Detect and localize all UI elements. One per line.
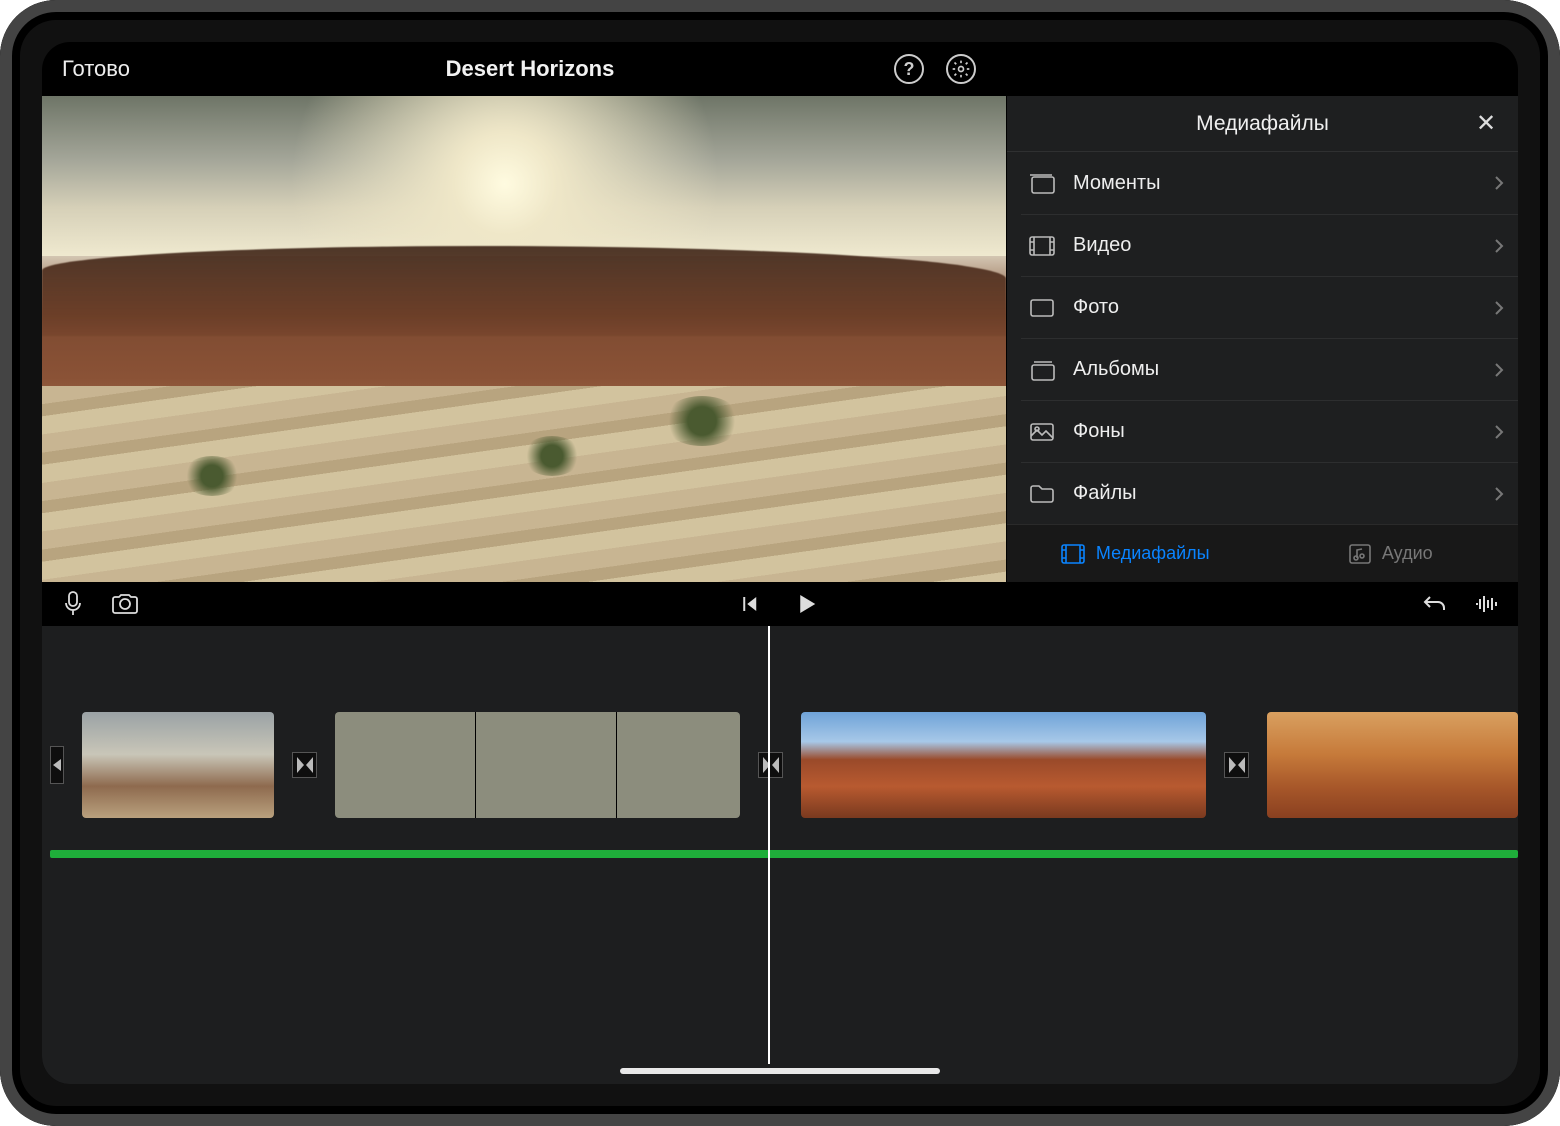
transition-marker[interactable] (1224, 752, 1249, 778)
preview-sky (42, 96, 1006, 256)
camera-icon (111, 593, 139, 615)
transition-marker[interactable] (758, 752, 783, 778)
skip-back-icon (739, 594, 759, 614)
chevron-right-icon (1494, 486, 1504, 502)
media-item-label: Моменты (1073, 172, 1494, 195)
undo-icon (1422, 593, 1448, 615)
chevron-right-icon (1494, 362, 1504, 378)
chevron-right-icon (1494, 300, 1504, 316)
tab-label: Аудио (1382, 543, 1433, 564)
media-category-list: Моменты Видео (1007, 152, 1518, 524)
record-voiceover-button[interactable] (58, 589, 88, 619)
tab-label: Медиафайлы (1096, 543, 1210, 564)
preview-viewer[interactable] (42, 96, 1006, 582)
media-item-label: Фото (1073, 296, 1494, 319)
chevron-right-icon (1494, 238, 1504, 254)
help-button[interactable]: ? (892, 52, 926, 86)
media-panel-title: Медиафайлы (1196, 112, 1329, 136)
gear-icon (946, 54, 976, 84)
preview-detail (662, 396, 742, 446)
photo-icon (1021, 296, 1063, 320)
files-icon (1021, 482, 1063, 506)
project-title: Desert Horizons (42, 56, 1518, 82)
media-item-label: Альбомы (1073, 358, 1494, 381)
close-icon: ✕ (1476, 109, 1496, 138)
media-item-label: Файлы (1073, 482, 1494, 505)
help-icon: ? (894, 54, 924, 84)
chevron-right-icon (1494, 424, 1504, 440)
media-panel-header: Медиафайлы ✕ (1007, 96, 1518, 152)
settings-button[interactable] (944, 52, 978, 86)
tab-media[interactable]: Медиафайлы (1007, 525, 1263, 582)
undo-button[interactable] (1420, 589, 1450, 619)
timeline-clip[interactable] (335, 712, 740, 818)
filmstrip-icon (1060, 543, 1086, 565)
go-to-start-button[interactable] (734, 589, 764, 619)
media-item-photo[interactable]: Фото (1021, 276, 1518, 338)
done-button[interactable]: Готово (56, 52, 136, 86)
top-bar: Готово Desert Horizons ? (42, 42, 1518, 96)
timeline-toolbar (42, 582, 1518, 626)
clip-track (42, 712, 1518, 818)
audio-track[interactable] (50, 850, 1518, 858)
play-icon (797, 593, 817, 615)
transition-marker[interactable] (292, 752, 317, 778)
camera-button[interactable] (110, 589, 140, 619)
preview-detail (182, 456, 242, 496)
timeline-edge-left[interactable] (50, 746, 64, 784)
preview-detail (522, 436, 582, 476)
timeline-clip[interactable] (82, 712, 275, 818)
media-item-moments[interactable]: Моменты (1021, 152, 1518, 214)
media-item-albums[interactable]: Альбомы (1021, 338, 1518, 400)
timeline-clip[interactable] (801, 712, 1206, 818)
media-item-video[interactable]: Видео (1021, 214, 1518, 276)
music-icon (1348, 543, 1372, 565)
play-button[interactable] (792, 589, 822, 619)
media-item-label: Фоны (1073, 420, 1494, 443)
microphone-icon (63, 591, 83, 617)
audio-waveform-button[interactable] (1472, 589, 1502, 619)
tab-audio[interactable]: Аудио (1263, 525, 1519, 582)
video-icon (1021, 234, 1063, 258)
albums-icon (1021, 358, 1063, 382)
ipad-frame: Готово Desert Horizons ? (0, 0, 1560, 1126)
timeline-clip[interactable] (1267, 712, 1518, 818)
timeline[interactable] (42, 626, 1518, 1084)
media-panel-tabs: Медиафайлы Аудио (1007, 524, 1518, 582)
media-item-files[interactable]: Файлы (1021, 462, 1518, 524)
backgrounds-icon (1021, 420, 1063, 444)
media-item-label: Видео (1073, 234, 1494, 257)
waveform-icon (1474, 593, 1500, 615)
home-indicator[interactable] (620, 1068, 940, 1074)
media-panel: Медиафайлы ✕ Моменты (1006, 96, 1518, 582)
preview-rocks (42, 246, 1006, 336)
close-button[interactable]: ✕ (1470, 108, 1502, 140)
app-screen: Готово Desert Horizons ? (42, 42, 1518, 1084)
chevron-right-icon (1494, 175, 1504, 191)
media-item-backgrounds[interactable]: Фоны (1021, 400, 1518, 462)
moments-icon (1021, 171, 1063, 195)
playhead[interactable] (768, 626, 770, 1064)
